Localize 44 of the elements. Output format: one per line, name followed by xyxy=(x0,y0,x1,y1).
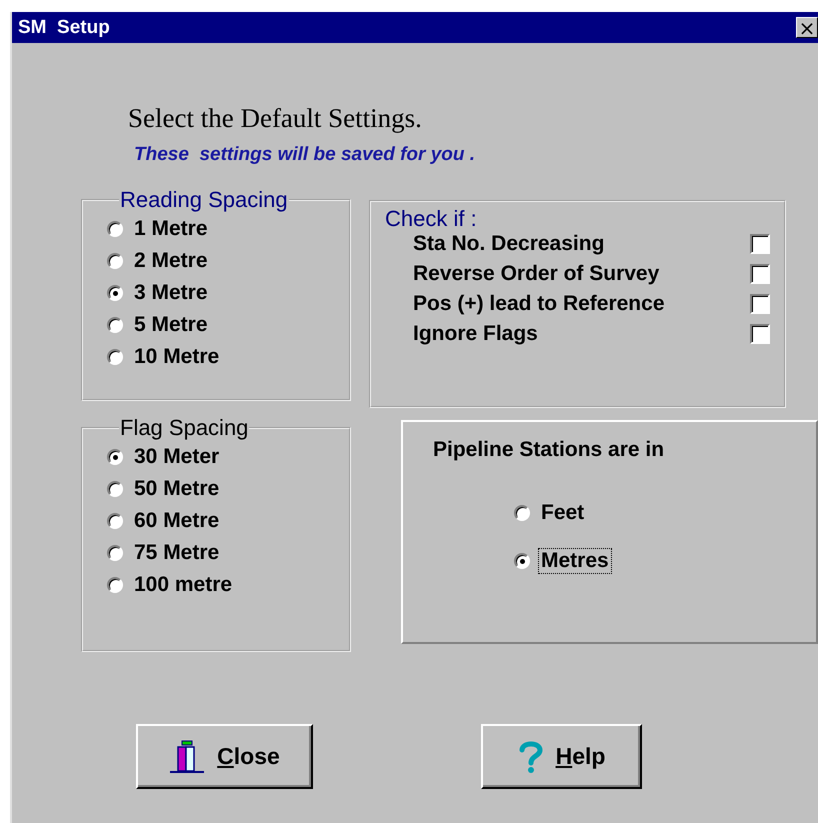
checkbox-label: Ignore Flags xyxy=(413,322,538,346)
option-label: 50 Metre xyxy=(133,477,220,501)
help-button[interactable]: Help xyxy=(481,724,642,789)
radio-button[interactable] xyxy=(107,449,123,465)
option-label: 30 Meter xyxy=(133,445,220,469)
radio-button[interactable] xyxy=(107,481,123,497)
radio-button[interactable] xyxy=(107,317,123,333)
radio-button[interactable] xyxy=(107,285,123,301)
option-label: Feet xyxy=(540,501,586,525)
radio-button[interactable] xyxy=(107,577,123,593)
option-label: 75 Metre xyxy=(133,541,220,565)
radio-button[interactable] xyxy=(107,545,123,561)
option-label: 3 Metre xyxy=(133,281,209,305)
checkbox[interactable] xyxy=(750,264,770,284)
option-label: 100 metre xyxy=(133,573,234,597)
door-icon xyxy=(169,738,206,774)
option-label: 5 Metre xyxy=(133,313,209,337)
option-label: 10 Metre xyxy=(133,345,220,369)
subheading: These settings will be saved for you . xyxy=(134,144,476,166)
group-title: Flag Spacing xyxy=(119,416,250,440)
radio-button[interactable] xyxy=(514,505,530,521)
radio-button[interactable] xyxy=(107,253,123,269)
option-label: Metres xyxy=(539,549,611,573)
option-label: 1 Metre xyxy=(133,217,209,241)
panel-title: Pipeline Stations are in xyxy=(433,438,664,462)
option-label: 2 Metre xyxy=(133,249,209,273)
checkbox[interactable] xyxy=(750,294,770,314)
close-button[interactable]: × xyxy=(796,17,818,38)
radio-button[interactable] xyxy=(107,513,123,529)
panel-title: Check if : xyxy=(385,206,477,232)
close-button[interactable]: Close xyxy=(136,724,313,789)
heading: Select the Default Settings. xyxy=(128,103,422,134)
checkbox[interactable] xyxy=(750,234,770,254)
checkbox-label: Sta No. Decreasing xyxy=(413,232,604,256)
checkbox-label: Pos (+) lead to Reference xyxy=(413,292,664,316)
window-title: SM Setup xyxy=(18,16,110,38)
checkbox-label: Reverse Order of Survey xyxy=(413,262,660,286)
option-label: 60 Metre xyxy=(133,509,220,533)
group-title: Reading Spacing xyxy=(119,188,289,212)
checkbox[interactable] xyxy=(750,324,770,344)
radio-button[interactable] xyxy=(107,349,123,365)
radio-button[interactable] xyxy=(107,221,123,237)
question-mark-icon xyxy=(518,740,544,774)
radio-button[interactable] xyxy=(514,553,530,569)
